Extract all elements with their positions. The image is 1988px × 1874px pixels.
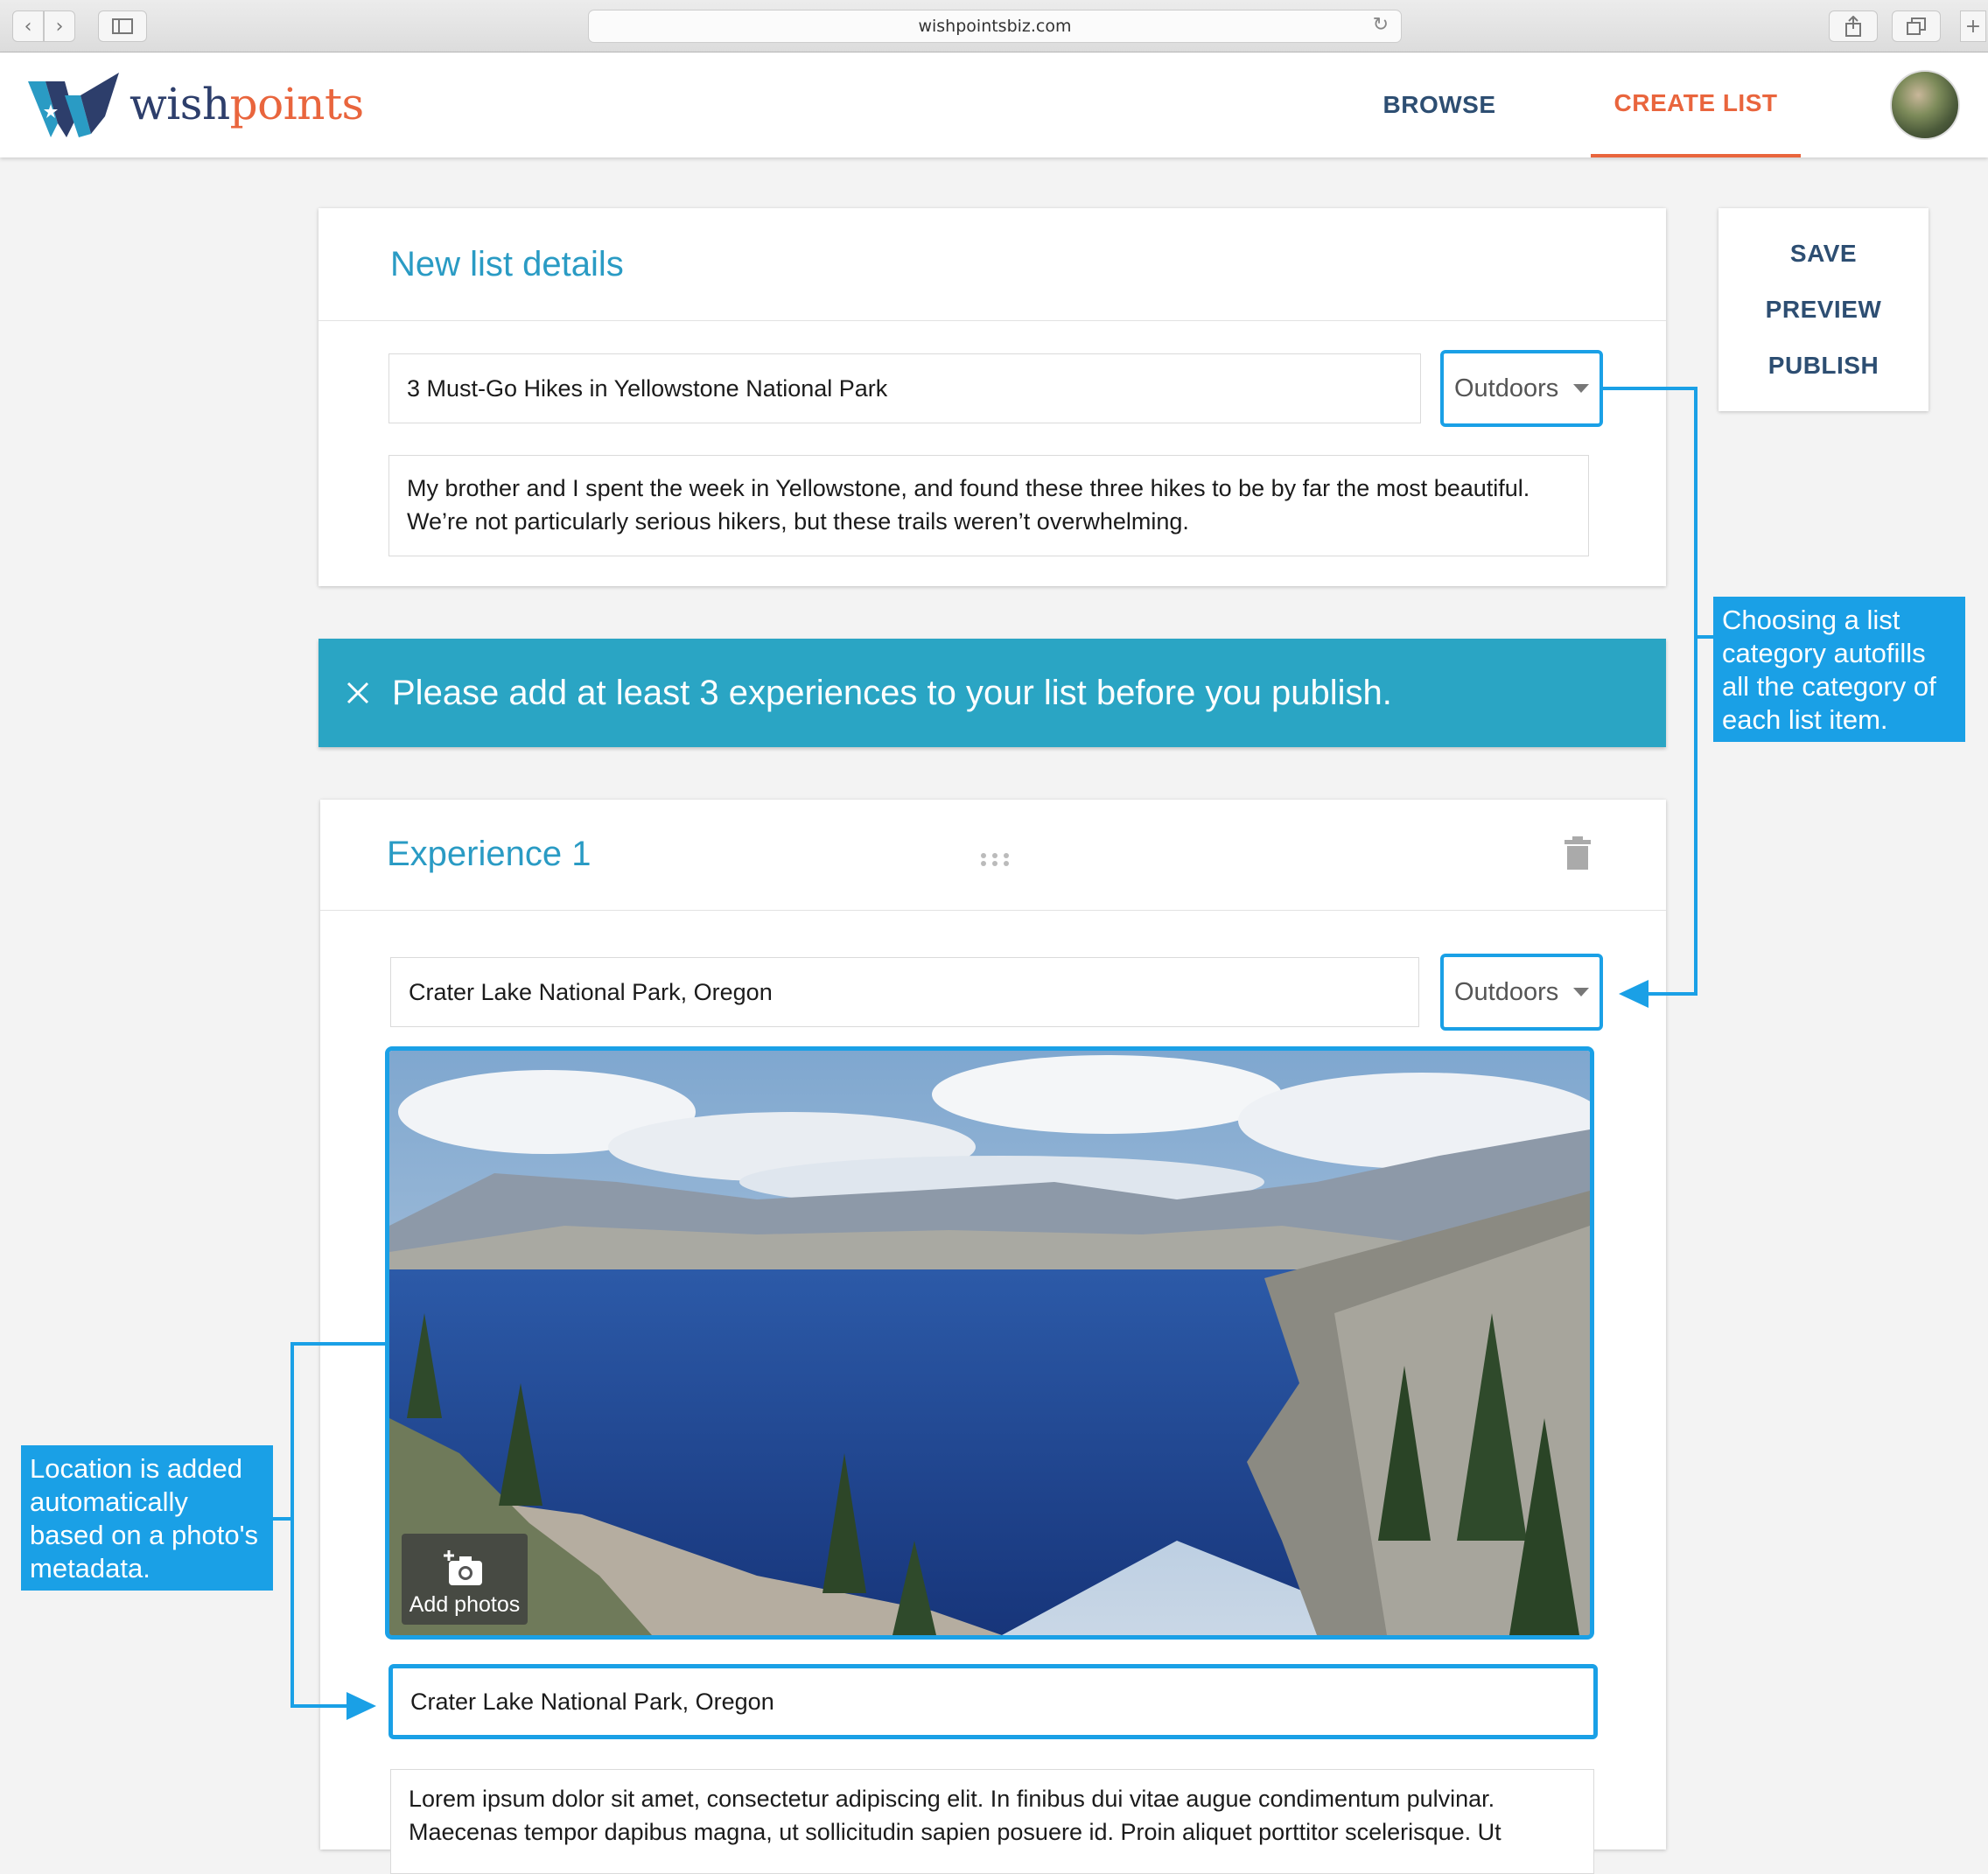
alert-message: Please add at least 3 experiences to you… — [392, 673, 1392, 712]
wishpoints-logo-icon — [28, 73, 119, 137]
experience-name-input[interactable]: Crater Lake National Park, Oregon — [390, 957, 1419, 1027]
experience-description-input[interactable]: Lorem ipsum dolor sit amet, consectetur … — [390, 1769, 1594, 1874]
caret-down-icon — [1573, 384, 1589, 393]
experience-photo[interactable]: Add photos — [385, 1046, 1594, 1640]
tabs-button[interactable] — [1892, 10, 1941, 42]
annotation-location: Location is added automatically based on… — [21, 1445, 273, 1591]
nav-browse[interactable]: BROWSE — [1382, 52, 1496, 157]
plus-icon: + — [1964, 15, 1982, 38]
save-button[interactable]: SAVE — [1718, 240, 1928, 268]
close-icon[interactable] — [345, 680, 371, 706]
list-category-value: Outdoors — [1454, 374, 1559, 402]
share-button[interactable] — [1829, 10, 1878, 42]
experience-location-input[interactable]: Crater Lake National Park, Oregon — [388, 1664, 1598, 1739]
sidebar-icon — [112, 18, 133, 34]
logo-text-wish: wish — [130, 79, 230, 129]
list-details-card: New list details 3 Must-Go Hikes in Yell… — [318, 208, 1666, 586]
browser-toolbar: ‹ › wishpointsbiz.com ↻ + — [0, 0, 1988, 52]
list-details-heading: New list details — [390, 245, 624, 283]
experience-category-select[interactable]: Outdoors — [1440, 954, 1603, 1031]
add-photos-button[interactable]: Add photos — [402, 1534, 528, 1625]
list-description-input[interactable]: My brother and I spent the week in Yello… — [388, 455, 1589, 556]
arrow-left-icon — [1619, 980, 1648, 1008]
annotation-line — [290, 1342, 385, 1346]
list-category-select[interactable]: Outdoors — [1440, 350, 1603, 427]
logo[interactable]: wishpoints — [26, 68, 364, 140]
caret-down-icon — [1573, 988, 1589, 996]
chevron-right-icon: › — [55, 15, 64, 38]
trash-icon[interactable] — [1564, 836, 1591, 870]
annotation-line — [1694, 387, 1698, 996]
sidebar-button[interactable] — [98, 10, 147, 42]
url-text: wishpointsbiz.com — [918, 17, 1072, 36]
divider — [318, 320, 1666, 321]
address-bar[interactable]: wishpointsbiz.com ↻ — [588, 10, 1402, 43]
camera-add-icon — [444, 1550, 482, 1585]
tabs-icon — [1907, 17, 1926, 35]
avatar[interactable] — [1890, 70, 1960, 140]
annotation-line — [290, 1704, 350, 1708]
list-title-input[interactable]: 3 Must-Go Hikes in Yellowstone National … — [388, 353, 1421, 423]
publish-button[interactable]: PUBLISH — [1718, 352, 1928, 380]
logo-text-points: points — [229, 79, 365, 129]
drag-handle-icon[interactable] — [980, 852, 1010, 866]
nav-create-list[interactable]: CREATE LIST — [1591, 52, 1801, 157]
forward-button[interactable]: › — [44, 10, 75, 42]
arrow-right-icon — [346, 1692, 376, 1720]
annotation-line — [290, 1342, 294, 1708]
divider — [320, 910, 1666, 911]
annotation-category: Choosing a list category autofills all t… — [1713, 597, 1965, 742]
actions-card: SAVE PREVIEW PUBLISH — [1718, 208, 1928, 411]
reload-icon[interactable]: ↻ — [1373, 14, 1389, 36]
annotation-line — [1645, 992, 1698, 996]
experience-category-value: Outdoors — [1454, 977, 1559, 1006]
alert-banner: Please add at least 3 experiences to you… — [318, 639, 1666, 747]
site-header: wishpoints BROWSE CREATE LIST — [0, 52, 1988, 157]
chevron-left-icon: ‹ — [24, 15, 32, 38]
experience-heading: Experience 1 — [387, 835, 592, 873]
annotation-line — [1698, 635, 1713, 639]
new-tab-button[interactable]: + — [1960, 10, 1986, 42]
preview-button[interactable]: PREVIEW — [1718, 296, 1928, 324]
back-button[interactable]: ‹ — [12, 10, 44, 42]
share-icon — [1845, 16, 1861, 37]
add-photos-label: Add photos — [409, 1592, 521, 1617]
crater-lake-photo — [389, 1051, 1590, 1635]
annotation-line — [1601, 387, 1698, 390]
